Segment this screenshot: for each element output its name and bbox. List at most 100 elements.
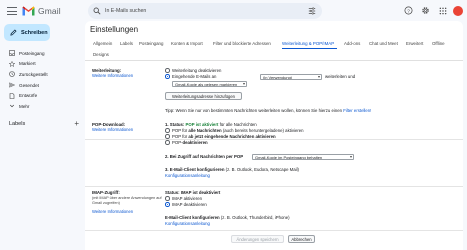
pop-status-value: POP ist aktiviert [185,122,219,127]
pop-access-action-select[interactable]: Gmail-Kopie im Posteingang behalten [252,153,354,160]
pencil-icon [10,29,17,36]
pop-step3: 3. E-Mail-Client konfigurieren (z. B. Ou… [165,167,299,172]
gmail-logo[interactable]: Gmail [22,6,61,16]
pop-status-suffix: für alle Nachrichten [219,122,257,127]
tab-addons[interactable]: Add-ons [344,41,360,46]
help-icon[interactable]: ? [402,4,415,17]
pop-disable-radio[interactable] [165,140,170,145]
sidebar-nav: Posteingang Markiert Zurückgestellt Gese… [0,48,78,112]
forwarding-tip-text: Tipp: Wenn Sie nur von bestimmten Nachri… [165,108,342,113]
tab-offline[interactable]: Offline [432,41,445,46]
forwarding-disable-radio[interactable] [165,68,170,73]
tab-accounts-import[interactable]: Konten & Import [171,41,203,46]
sidebar-item-starred[interactable]: Markiert [0,59,78,70]
pop-all-radio[interactable] [165,128,170,133]
add-label-button[interactable]: + [74,120,79,128]
pop-step3-suffix: (z. B. Outlook, Eudora, Netscape Mail) [225,167,299,172]
imap-enable-label: IMAP aktivieren [172,196,203,201]
pop-step3-label: 3. E-Mail-Client konfigurieren [165,167,225,172]
page-title: Einstellungen [90,25,139,34]
forwarding-enable-label: Eingehende E-Mails an [172,74,217,79]
search-icon[interactable] [93,7,101,15]
chevron-down-icon [9,103,15,109]
account-avatar[interactable] [453,5,463,16]
imap-section: IMAP-Zugriff: (mit IMAP über andere Anwe… [85,187,463,231]
forwarding-enable-radio[interactable] [165,74,170,79]
tab-forwarding-pop-imap[interactable]: Weiterleitung & POP/IMAP [282,41,334,46]
labels-header: Labels + [9,120,79,128]
imap-enable-radio[interactable] [165,196,170,201]
forwarding-disable-label: Weiterleitung deaktivieren [172,68,222,73]
pop-off-bold: deaktivieren [182,140,208,145]
pop-learn-more-link[interactable]: Weitere Informationen [92,127,133,132]
imap-learn-more-link[interactable]: Weitere Informationen [92,209,133,214]
tab-inbox[interactable]: Posteingang [139,41,163,46]
sidebar-item-snoozed[interactable]: Zurückgestellt [0,69,78,80]
imap-client-label: E-Mail-Client konfigurieren [165,215,220,220]
imap-config-instructions-link[interactable]: Konfigurationsanleitung [165,221,210,226]
sidebar-item-drafts[interactable]: Entwürfe [0,90,78,101]
create-filter-link[interactable]: Filter erstellen! [343,108,371,113]
sidebar-item-label: Entwürfe [19,93,38,99]
apps-grid-icon[interactable] [436,4,449,17]
active-tab-indicator [282,48,337,50]
pop-all-bold: alle Nachrichten [188,128,222,133]
main-menu-icon[interactable] [6,5,18,17]
sidebar-item-inbox[interactable]: Posteingang [0,48,78,59]
clock-icon [9,71,15,78]
sidebar-item-sent[interactable]: Gesendet [0,80,78,91]
imap-label: IMAP-Zugriff: [92,190,120,195]
gmail-m-icon [22,6,35,16]
compose-button[interactable]: Schreiben [4,24,50,41]
search-bar[interactable] [88,3,322,19]
send-icon [9,82,15,88]
svg-text:?: ? [407,8,410,14]
pop-off-prefix: POP [172,140,182,145]
forward-copy-action-select[interactable]: Gmail-Kopie als gelesen markieren [172,80,247,87]
cancel-button[interactable]: Abbrechen [288,235,315,243]
sidebar-item-label: Markiert [19,61,36,67]
pop-new-prefix: POP für [172,134,188,139]
sidebar-item-label: Zurückgestellt [19,71,48,77]
pop-all-prefix: POP für [172,128,188,133]
sidebar-item-label: Mehr [19,103,30,109]
pop-status-prefix: 1. Status: [165,122,185,127]
tab-chat-meet[interactable]: Chat und Meet [369,41,398,46]
pop-all-suffix: (auch bereits heruntergeladene) aktivier… [222,128,304,133]
tab-filters-blocked[interactable]: Filter und blockierte Adressen [213,41,271,46]
sidebar-item-more[interactable]: Mehr [0,101,78,112]
tab-general[interactable]: Allgemein [93,41,112,46]
search-options-icon[interactable] [308,7,316,15]
pop-config-instructions-link[interactable]: Konfigurationsanleitung [165,173,210,178]
pop-new-radio[interactable] [165,134,170,139]
imap-disable-radio[interactable] [165,202,170,207]
forward-address-select[interactable]: (in Verwendung) [260,73,322,80]
app-name: Gmail [38,6,61,16]
imap-status: Status: IMAP ist deaktiviert [165,190,220,195]
inbox-icon [9,50,15,57]
pop-new-label: POP für ab jetzt eingehende Nachrichten … [172,134,276,139]
tab-advanced[interactable]: Erweitert [406,41,423,46]
imap-client: E-Mail-Client konfigurieren (z. B. Outlo… [165,215,290,220]
pop-section: POP-Download: Weitere Informationen 1. S… [85,119,463,187]
imap-status-value: IMAP ist deaktiviert [180,190,221,195]
pop-all-label: POP für alle Nachrichten (auch bereits h… [172,128,304,133]
pop-new-bold: ab jetzt eingehende Nachrichten aktivier… [188,134,276,139]
pop-status: 1. Status: POP ist aktiviert für alle Na… [165,122,257,127]
labels-title: Labels [9,121,26,127]
sidebar-item-label: Posteingang [19,50,45,56]
settings-gear-icon[interactable] [419,4,432,17]
forwarding-tip: Tipp: Wenn Sie nur von bestimmten Nachri… [165,108,371,113]
search-input[interactable] [105,8,285,14]
imap-client-suffix: (z. B. Outlook, Thunderbird, iPhone) [220,215,290,220]
top-bar: Gmail ? [0,0,467,22]
tab-themes[interactable]: Designs [93,52,109,57]
settings-tabs: Allgemein Labels Posteingang Konten & Im… [85,39,463,61]
forwarding-learn-more-link[interactable]: Weitere Informationen [92,73,133,78]
save-changes-button[interactable]: Änderungen speichern [231,235,284,243]
imap-disable-label: IMAP deaktivieren [172,202,207,207]
pop-step2-label: 2. Bei Zugriff auf Nachrichten per POP [165,154,244,159]
add-forwarding-address-button[interactable]: Weiterleitungsadresse hinzufügen [165,92,242,100]
sidebar-item-label: Gesendet [19,82,39,88]
tab-labels[interactable]: Labels [120,41,133,46]
